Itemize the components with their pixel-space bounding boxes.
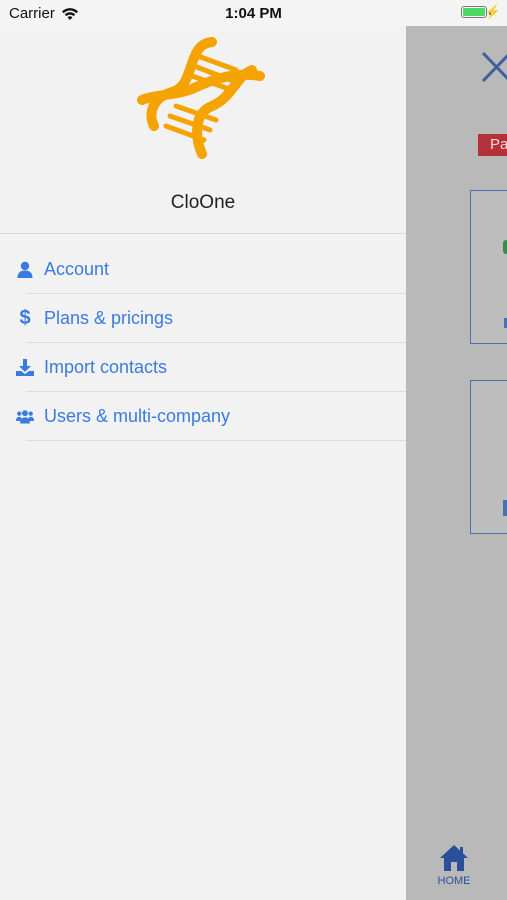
card-indicator: [503, 500, 507, 516]
menu-item-plans-pricings[interactable]: $ Plans & pricings: [0, 294, 406, 343]
battery-icon: [461, 6, 487, 18]
status-badge: Pa: [478, 134, 507, 156]
drawer-menu: Account $ Plans & pricings Import contac…: [0, 245, 406, 441]
dollar-icon: $: [19, 307, 31, 329]
side-drawer: CloOne Account $ Plans & pricings Import…: [0, 26, 406, 900]
menu-item-label: Account: [44, 259, 110, 279]
menu-item-import-contacts[interactable]: Import contacts: [0, 343, 406, 392]
status-bar: Carrier 1:04 PM ⚡: [0, 0, 507, 26]
menu-item-users-multi-company[interactable]: Users & multi-company: [0, 392, 406, 441]
menu-item-label: Plans & pricings: [44, 308, 174, 328]
users-icon: [16, 408, 34, 426]
app-name: CloOne: [170, 192, 236, 213]
status-time: 1:04 PM: [225, 5, 282, 22]
background-card[interactable]: [470, 190, 507, 344]
tab-home[interactable]: HOME: [432, 842, 476, 887]
menu-item-account[interactable]: Account: [0, 245, 406, 294]
close-icon[interactable]: [480, 50, 507, 84]
home-icon: [440, 845, 468, 871]
menu-item-label: Users & multi-company: [44, 406, 231, 426]
background-card[interactable]: [470, 380, 507, 534]
menu-item-label: Import contacts: [44, 357, 168, 377]
divider: [0, 233, 406, 234]
charging-bolt-icon: ⚡: [484, 4, 501, 19]
download-icon: [16, 359, 34, 377]
user-icon: [16, 261, 34, 279]
tab-home-label: HOME: [437, 875, 471, 887]
dna-logo-icon: [137, 37, 265, 159]
card-indicator: [503, 240, 507, 254]
